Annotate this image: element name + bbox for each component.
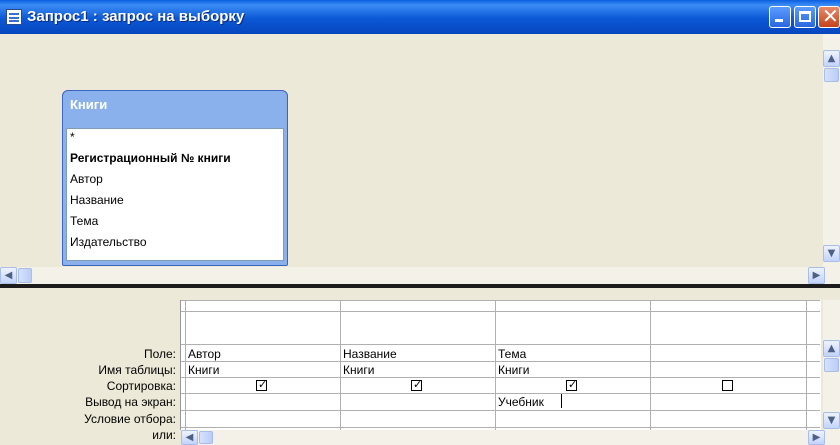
scroll-up-arrow-icon[interactable]: ▲ xyxy=(823,340,840,357)
scroll-left-arrow-icon[interactable]: ◀ xyxy=(181,430,198,445)
maximize-button[interactable] xyxy=(794,6,816,28)
field-item[interactable]: Тема xyxy=(70,214,98,228)
scroll-up-arrow-icon[interactable]: ▲ xyxy=(823,50,840,67)
grid-cell-criteria[interactable]: Учебник xyxy=(498,395,544,409)
scroll-thumb[interactable] xyxy=(824,358,839,372)
field-item-key[interactable]: Регистрационный № книги xyxy=(70,151,231,165)
grid-cell-field[interactable]: Название xyxy=(343,347,397,361)
query-window-icon[interactable] xyxy=(6,9,22,25)
table-title: Книги xyxy=(70,97,108,112)
show-checkbox[interactable]: ✓ xyxy=(411,378,423,391)
grid-cell-table[interactable]: Книги xyxy=(188,363,219,377)
field-item[interactable]: Автор xyxy=(70,172,103,186)
field-item[interactable]: Издательство xyxy=(70,235,147,249)
check-icon: ✓ xyxy=(258,378,268,391)
scroll-thumb[interactable] xyxy=(18,268,32,283)
row-label-table-name: Имя таблицы: xyxy=(98,363,176,377)
grid-cell-field[interactable]: Тема xyxy=(498,347,526,361)
title-bar[interactable]: Запрос1 : запрос на выборку ✕ xyxy=(0,0,840,34)
field-item[interactable]: Название xyxy=(70,193,124,207)
row-label-or: или: xyxy=(152,428,176,442)
scroll-thumb[interactable] xyxy=(824,68,839,82)
grid-cell-table[interactable]: Книги xyxy=(343,363,374,377)
check-icon: ✓ xyxy=(413,378,423,391)
close-icon: ✕ xyxy=(822,4,839,28)
show-checkbox[interactable]: ✓ xyxy=(566,378,578,391)
table-field-list-window[interactable]: Книги * Регистрационный № книги Автор На… xyxy=(62,90,288,266)
table-pane: Книги * Регистрационный № книги Автор На… xyxy=(0,34,840,284)
grid-cell-field[interactable]: Автор xyxy=(188,347,221,361)
row-label-sort: Сортировка: xyxy=(106,379,176,393)
show-checkbox[interactable]: ✓ xyxy=(256,378,268,391)
window-title: Запрос1 : запрос на выборку xyxy=(27,8,245,25)
text-cursor xyxy=(561,394,562,408)
row-label-field: Поле: xyxy=(143,347,176,361)
grid-horizontal-scrollbar[interactable]: ◀ ▶ xyxy=(181,430,840,445)
field-list[interactable]: * Регистрационный № книги Автор Название… xyxy=(66,128,284,261)
show-checkbox[interactable] xyxy=(722,380,733,391)
scroll-right-arrow-icon[interactable]: ▶ xyxy=(808,267,825,284)
close-button[interactable]: ✕ xyxy=(818,4,840,28)
row-label-criteria: Условие отбора: xyxy=(84,412,176,426)
minimize-button[interactable] xyxy=(769,6,791,28)
scroll-down-arrow-icon[interactable]: ▼ xyxy=(823,412,840,429)
scroll-down-arrow-icon[interactable]: ▼ xyxy=(823,245,840,262)
scroll-right-arrow-icon[interactable]: ▶ xyxy=(808,430,825,445)
upper-vertical-scrollbar[interactable]: ▲ ▼ xyxy=(823,34,840,267)
grid-vertical-scrollbar[interactable]: ▲ ▼ xyxy=(823,300,840,430)
scroll-thumb[interactable] xyxy=(199,431,213,444)
check-icon: ✓ xyxy=(568,378,578,391)
scroll-left-arrow-icon[interactable]: ◀ xyxy=(0,267,17,284)
field-item-all[interactable]: * xyxy=(70,130,75,144)
minimize-icon xyxy=(775,19,783,22)
upper-horizontal-scrollbar[interactable]: ◀ ▶ xyxy=(0,267,840,284)
grid-cell-table[interactable]: Книги xyxy=(498,363,529,377)
row-label-show: Вывод на экран: xyxy=(85,395,176,409)
maximize-icon xyxy=(799,11,811,22)
